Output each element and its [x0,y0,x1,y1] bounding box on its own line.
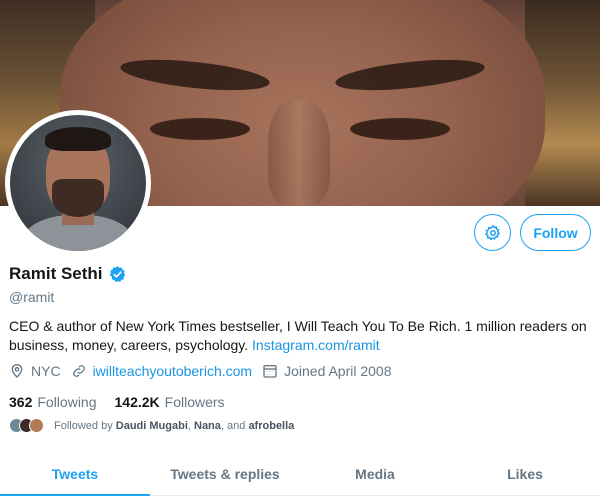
location-pin-icon [11,364,23,378]
settings-button[interactable] [474,214,511,251]
location-item: NYC [9,363,61,379]
follower-avatar [29,418,44,433]
calendar-icon [263,365,277,378]
profile-avatar[interactable] [5,110,151,256]
website-link[interactable]: iwillteachyoutoberich.com [93,363,253,379]
avatar-beard [52,179,104,217]
joined-item: Joined April 2008 [262,363,392,379]
follow-button[interactable]: Follow [520,214,591,251]
profile-stats: 362 Following 142.2K Followers [9,394,243,410]
avatar-photo [10,115,146,251]
banner-left-eye [150,118,250,140]
banner-nose [268,100,330,206]
following-count: 362 [9,394,33,410]
follower-avatars [9,418,44,433]
followed-by-prefix: Followed by [54,419,113,432]
tab-tweets-replies[interactable]: Tweets & replies [150,452,300,495]
followed-by-text: Followed by Daudi Mugabi, Nana, and afro… [54,420,294,432]
profile-handle: @ramit [9,289,55,305]
following-label: Following [37,394,97,410]
profile-name: Ramit Sethi [9,264,103,283]
followers-count: 142.2K [114,394,160,410]
followers-label: Followers [164,394,225,410]
profile-tabs: Tweets Tweets & replies Media Likes [0,452,600,496]
follower-name[interactable]: Daudi Mugabi [116,420,188,432]
link-icon [72,365,85,377]
profile-name-row: Ramit Sethi [9,264,127,284]
verified-badge-icon [108,265,127,284]
follower-name[interactable]: afrobella [248,420,294,432]
follower-name[interactable]: Nana [194,420,221,432]
tab-media[interactable]: Media [300,452,450,495]
followers-stat[interactable]: 142.2K Followers [115,394,225,410]
joined-text: Joined April 2008 [284,363,392,379]
profile-meta: NYC iwillteachyoutoberich.com Joined Apr… [9,363,402,379]
avatar-hair [45,127,111,151]
tab-tweets[interactable]: Tweets [0,452,150,496]
profile-bio: CEO & author of New York Times bestselle… [9,317,594,355]
banner-right-eye [350,118,450,140]
following-stat[interactable]: 362 Following [9,394,97,410]
gear-icon [484,224,500,240]
tab-likes[interactable]: Likes [450,452,600,495]
followed-by-row[interactable]: Followed by Daudi Mugabi, Nana, and afro… [9,418,294,433]
bio-link[interactable]: Instagram.com/ramit [252,337,380,353]
followed-by-separator: , and [220,419,249,432]
location-text: NYC [31,363,61,379]
website-item[interactable]: iwillteachyoutoberich.com [71,363,253,379]
